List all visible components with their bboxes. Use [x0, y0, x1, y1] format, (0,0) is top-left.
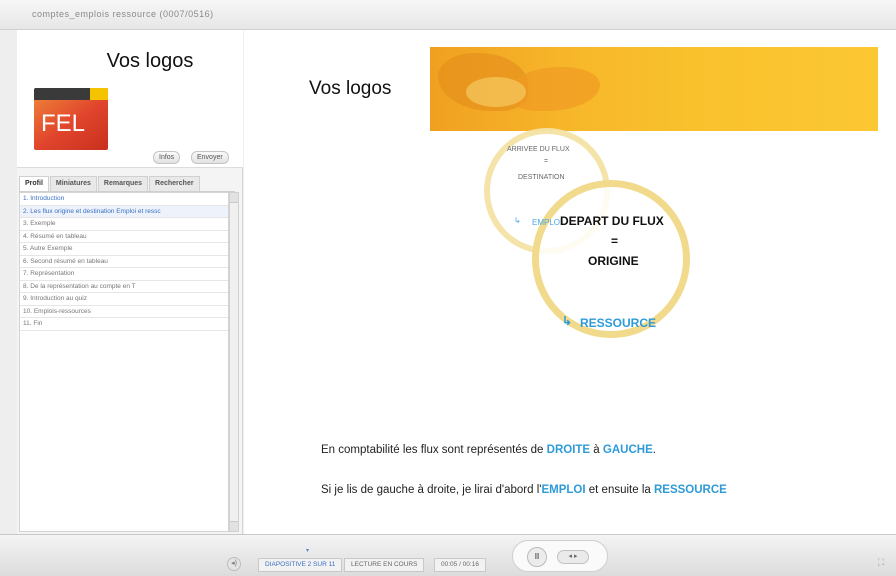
info-button[interactable]: Infos [153, 151, 181, 164]
outline-item[interactable]: 8. De la représentation au compte en T [20, 281, 228, 293]
company-logo: FEL [34, 88, 108, 150]
sidebar-logo-heading: Vos logos [106, 50, 194, 72]
header-banner-image [430, 47, 878, 131]
prev-next-buttons[interactable]: ◂ ▸ [557, 550, 589, 564]
flow-diagram: ARRIVEE DU FLUX = DESTINATION ↳ EMPLOI D… [474, 128, 694, 378]
scroll-up-icon[interactable] [230, 193, 238, 203]
slide-heading: Vos logos [309, 78, 392, 99]
tab-miniatures[interactable]: Miniatures [49, 176, 97, 191]
outline-item-current[interactable]: 2. Les flux origine et destination Emplo… [20, 205, 228, 218]
fullscreen-icon[interactable]: ⛶ [874, 557, 888, 571]
destination-label: DESTINATION [518, 174, 565, 181]
progress-marker-icon: ▾ [306, 548, 310, 554]
emploi-label: EMPLOI [532, 218, 563, 227]
explanation-line-1: En comptabilité les flux sont représenté… [321, 444, 656, 456]
sidebar-tabs: Profil Miniatures Remarques Rechercher [19, 176, 235, 192]
tab-profil[interactable]: Profil [19, 176, 49, 191]
playback-status: LECTURE EN COURS [344, 558, 425, 572]
equals-label: = [544, 158, 549, 165]
line2-pre: Si je lis de gauche à droite, je lirai d… [321, 484, 542, 496]
outline-item[interactable]: 4. Résumé en tableau [20, 231, 228, 243]
sidebar: Vos logos FEL Infos Envoyer Profil Minia… [17, 30, 243, 534]
outline-item[interactable]: 7. Représentation [20, 268, 228, 281]
droite-word: DROITE [546, 444, 591, 456]
outline-item[interactable]: 1. Introduction [20, 193, 228, 206]
outline-item[interactable]: 5. Autre Exemple [20, 243, 228, 256]
window-title: comptes_emplois ressource (0007/0516) [32, 9, 214, 19]
title-bar: comptes_emplois ressource (0007/0516) [0, 0, 896, 30]
outline-item[interactable]: 10. Emplois-ressources [20, 306, 228, 318]
origine-label: ORIGINE [588, 254, 639, 268]
scroll-down-icon[interactable] [230, 521, 238, 531]
emploi-word: EMPLOI [541, 484, 586, 496]
outline-item[interactable]: 3. Exemple [20, 218, 228, 231]
line2-mid: et ensuite la [585, 484, 654, 496]
slide-canvas: Vos logos ARRIVEE DU FLUX = DESTINATION … [244, 30, 896, 534]
line1-post: . [652, 444, 656, 456]
pause-button[interactable]: II [527, 547, 547, 567]
outline-scrollbar[interactable] [229, 192, 239, 532]
logo-strip-accent [90, 88, 108, 100]
banner-texture [466, 77, 526, 107]
ressource-word: RESSOURCE [653, 484, 727, 496]
app-window: comptes_emplois ressource (0007/0516) Vo… [0, 0, 896, 576]
gauche-word: GAUCHE [602, 444, 653, 456]
line1-pre: En comptabilité les flux sont représenté… [321, 444, 547, 456]
tab-rechercher[interactable]: Rechercher [149, 176, 200, 191]
playback-time: 00:05 / 00:16 [434, 558, 486, 572]
player-controls: ◂) ▾ DIAPOSITIVE 2 SUR 11 LECTURE EN COU… [0, 534, 896, 576]
arrival-label: ARRIVEE DU FLUX [507, 146, 570, 153]
emploi-arrow-icon: ↳ [514, 216, 521, 225]
depart-label: DEPART DU FLUX [560, 214, 664, 228]
outline-item[interactable]: 6. Second résumé en tableau [20, 256, 228, 268]
line1-mid: à [590, 444, 603, 456]
outline-item[interactable]: 9. Introduction au quiz [20, 293, 228, 306]
send-button[interactable]: Envoyer [191, 151, 229, 164]
logo-panel: Vos logos FEL Infos Envoyer [17, 30, 243, 168]
playback-buttons: II ◂ ▸ [512, 540, 608, 572]
volume-icon[interactable]: ◂) [227, 557, 241, 571]
explanation-line-2: Si je lis de gauche à droite, je lirai d… [321, 484, 727, 496]
tab-remarques[interactable]: Remarques [97, 176, 149, 191]
outline-item[interactable]: 11. Fin [20, 318, 228, 331]
ressource-arrow-icon: ↳ [562, 314, 573, 328]
ressource-label: RESSOURCE [580, 316, 657, 330]
equals-label-2: = [611, 234, 619, 248]
slide-outline: 1. Introduction 2. Les flux origine et d… [19, 192, 229, 532]
logo-text: FEL [41, 110, 86, 137]
slide-counter: DIAPOSITIVE 2 SUR 11 [258, 558, 343, 572]
